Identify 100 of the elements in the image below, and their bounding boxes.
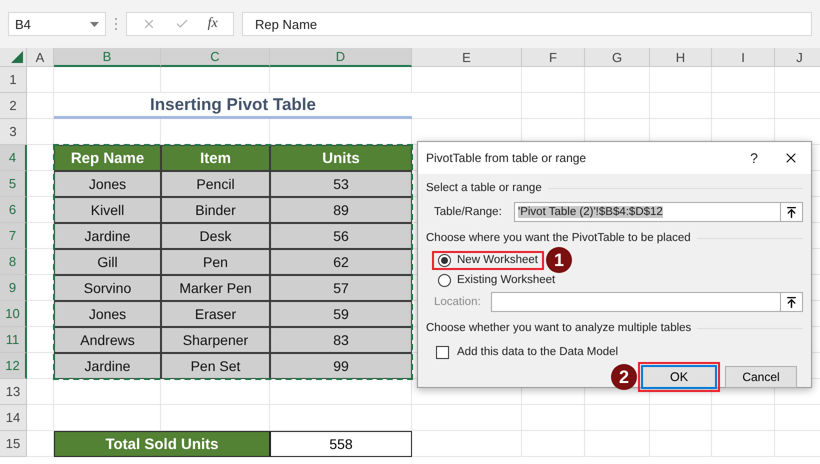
radio-button[interactable]	[438, 274, 451, 286]
row-header[interactable]: 11	[0, 327, 27, 353]
column-header[interactable]: J	[775, 48, 820, 67]
empty-cell[interactable]	[585, 431, 650, 457]
table-cell: Sorvino	[54, 275, 161, 301]
row-header[interactable]: 14	[0, 405, 27, 431]
radio-option[interactable]: Existing Worksheet	[432, 270, 562, 290]
row-header[interactable]: 5	[0, 171, 27, 197]
section-label: Select a table or range	[426, 182, 542, 194]
empty-cell[interactable]	[650, 431, 712, 457]
empty-cell[interactable]	[412, 431, 522, 457]
table-cell: Marker Pen	[161, 275, 270, 301]
collapse-button[interactable]	[781, 202, 803, 222]
column-header[interactable]: C	[161, 48, 270, 67]
table-cell: 62	[270, 249, 412, 275]
table-cell: Kivell	[54, 197, 161, 223]
collapse-button[interactable]	[781, 292, 803, 312]
data-model-option[interactable]: Add this data to the Data Model	[436, 342, 803, 362]
ok-button[interactable]: OK	[641, 365, 717, 389]
row-header[interactable]: 4	[0, 145, 27, 171]
empty-cell[interactable]	[270, 67, 412, 93]
empty-cell[interactable]	[650, 93, 712, 119]
table-cell: Eraser	[161, 301, 270, 327]
table-cell: 89	[270, 197, 412, 223]
row-header[interactable]: 12	[0, 353, 27, 379]
table-cell: 53	[270, 171, 412, 197]
table-cell: 59	[270, 301, 412, 327]
row-header[interactable]: 10	[0, 301, 27, 327]
column-header[interactable]: E	[412, 48, 522, 67]
table-cell: Sharpener	[161, 327, 270, 353]
empty-cell[interactable]	[712, 93, 775, 119]
table-header-cell: Rep Name	[54, 145, 161, 171]
row-header[interactable]: 3	[0, 119, 27, 145]
help-button[interactable]: ?	[737, 150, 771, 166]
range-field[interactable]: 'Pivot Table (2)'!$B$4:$D$12	[514, 202, 781, 222]
empty-cell[interactable]	[412, 405, 522, 431]
table-cell: Binder	[161, 197, 270, 223]
table-cell: 99	[270, 353, 412, 379]
row-header[interactable]: 2	[0, 93, 27, 119]
table-cell: 57	[270, 275, 412, 301]
empty-cell[interactable]	[712, 431, 775, 457]
column-header[interactable]: A	[27, 48, 54, 67]
row-header[interactable]: 8	[0, 249, 27, 275]
location-field[interactable]	[491, 292, 781, 312]
table-cell: Jardine	[54, 223, 161, 249]
empty-cell[interactable]	[585, 405, 650, 431]
empty-cell[interactable]	[270, 405, 412, 431]
field-label: Table/Range:	[434, 206, 503, 218]
table-cell: Pencil	[161, 171, 270, 197]
table-cell: Jardine	[54, 353, 161, 379]
caret-icon	[90, 22, 99, 26]
formula-bar[interactable]: Rep Name	[242, 12, 812, 36]
empty-cell[interactable]	[412, 67, 522, 93]
total-label: Total Sold Units	[54, 431, 270, 457]
table-cell: Pen	[161, 249, 270, 275]
arrow-up-icon	[785, 296, 798, 308]
select-all-corner[interactable]	[0, 48, 27, 67]
row-header[interactable]: 15	[0, 431, 27, 457]
table-cell: Pen Set	[161, 353, 270, 379]
empty-cell[interactable]	[650, 67, 712, 93]
empty-cell[interactable]	[585, 67, 650, 93]
row-header[interactable]: 1	[0, 67, 27, 93]
radio-button[interactable]	[438, 254, 451, 266]
column-header[interactable]: F	[522, 48, 585, 67]
empty-cell[interactable]	[650, 405, 712, 431]
empty-cell[interactable]	[412, 93, 522, 119]
checkbox[interactable]	[436, 346, 449, 358]
row-header[interactable]: 6	[0, 197, 27, 223]
column-header[interactable]: I	[712, 48, 775, 67]
table-cell: Jones	[54, 301, 161, 327]
empty-cell[interactable]	[712, 67, 775, 93]
row-header[interactable]: 13	[0, 379, 27, 405]
column-header[interactable]: D	[270, 48, 412, 67]
grip-icon	[114, 17, 118, 31]
row-header[interactable]: 7	[0, 223, 27, 249]
table-cell: 83	[270, 327, 412, 353]
table-cell: Andrews	[54, 327, 161, 353]
step-badge: 1	[546, 247, 572, 273]
empty-cell[interactable]	[522, 93, 585, 119]
dialog-title: PivotTable from table or range	[426, 151, 588, 165]
empty-cell[interactable]	[54, 67, 161, 93]
step-badge: 2	[611, 364, 637, 390]
column-header[interactable]: H	[650, 48, 712, 67]
row-header[interactable]: 9	[0, 275, 27, 301]
name-box[interactable]: B4	[8, 12, 106, 36]
empty-cell[interactable]	[522, 431, 585, 457]
table-cell: Gill	[54, 249, 161, 275]
insert-function-button[interactable]: fx	[208, 16, 218, 32]
table-header-cell: Units	[270, 145, 412, 171]
empty-cell[interactable]	[522, 405, 585, 431]
column-header[interactable]: G	[585, 48, 650, 67]
cancel-button[interactable]: Cancel	[725, 366, 797, 388]
table-header-cell: Item	[161, 145, 270, 171]
field-label: Location:	[434, 296, 482, 308]
empty-cell[interactable]	[522, 67, 585, 93]
radio-option[interactable]: New Worksheet	[432, 250, 544, 270]
column-header[interactable]: B	[54, 48, 161, 67]
empty-cell[interactable]	[161, 67, 270, 93]
empty-cell[interactable]	[585, 93, 650, 119]
empty-cell[interactable]	[712, 405, 775, 431]
